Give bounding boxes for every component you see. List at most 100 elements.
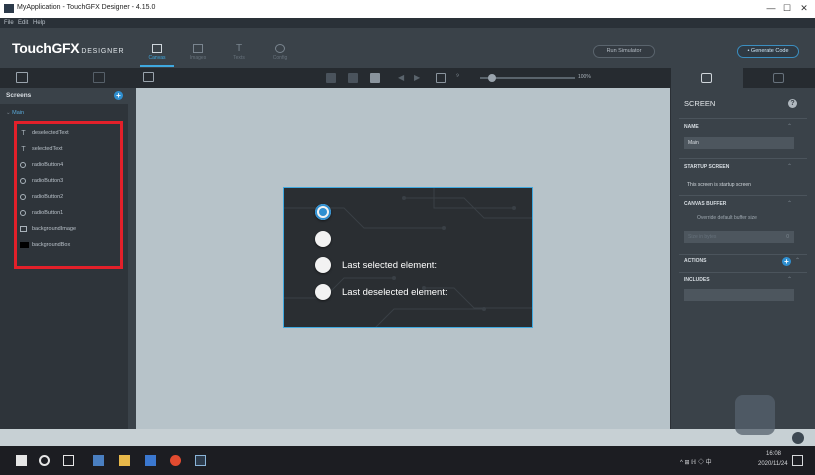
screen-properties-title: SCREEN	[684, 99, 716, 108]
clock-date[interactable]: 2020/11/24	[758, 461, 788, 467]
minimize-button[interactable]: —	[764, 3, 778, 15]
zoom-reset-icon[interactable]: ⁹	[456, 73, 466, 83]
chevron-up-icon[interactable]: ⌃	[795, 257, 800, 264]
tab-texts-label: Texts	[233, 55, 245, 61]
includes-section-header: INCLUDES	[684, 277, 710, 283]
touchgfx-taskbar-icon[interactable]	[195, 455, 206, 466]
search-icon[interactable]	[39, 455, 50, 466]
logo-sub: DESIGNER	[81, 48, 125, 55]
divider	[679, 254, 807, 255]
tab-properties[interactable]	[671, 68, 743, 88]
screens-header: Screens +	[0, 88, 128, 104]
generate-code-button[interactable]: • Generate Code	[737, 45, 799, 58]
radio-button-1[interactable]	[315, 204, 331, 220]
screen-item-main[interactable]: ⌄ Main	[6, 110, 24, 116]
properties-panel: SCREEN ? NAME ⌃ Main STARTUP SCREEN ⌃ Th…	[671, 68, 815, 429]
canvas-icon	[152, 44, 162, 53]
radio-button-3[interactable]	[315, 257, 331, 273]
menu-help[interactable]: Help	[33, 20, 45, 26]
includes-field[interactable]	[684, 289, 794, 301]
menu-file[interactable]: File	[4, 20, 14, 26]
redo-icon[interactable]: ▶	[414, 73, 424, 83]
deselected-text: Last deselected element:	[342, 287, 448, 298]
screens-view-icon[interactable]	[16, 72, 28, 83]
task-view-icon[interactable]	[63, 455, 74, 466]
code-view-icon[interactable]	[93, 72, 105, 83]
tab-interactions[interactable]	[743, 68, 815, 88]
scroll-handle[interactable]	[792, 432, 804, 444]
chevron-up-icon[interactable]: ⌃	[787, 200, 792, 207]
selected-text: Last selected element:	[342, 260, 438, 271]
canvas-buffer-section-header: CANVAS BUFFER	[684, 201, 727, 207]
align-right-icon[interactable]	[370, 73, 380, 83]
screen-name: Main	[12, 110, 25, 116]
align-center-icon[interactable]	[348, 73, 358, 83]
logo-main: TouchGFX	[12, 40, 80, 56]
radio-button-4[interactable]	[315, 284, 331, 300]
tab-config-label: Config	[272, 55, 288, 61]
app-taskbar-icon[interactable]	[93, 455, 104, 466]
run-simulator-button[interactable]: Run Simulator	[593, 45, 655, 58]
panel-splitter[interactable]	[128, 88, 136, 429]
chevron-up-icon[interactable]: ⌃	[787, 123, 792, 130]
chat-bubble-icon[interactable]	[735, 395, 775, 435]
tab-images[interactable]: Images	[181, 40, 215, 66]
tab-canvas-label: Canvas	[148, 55, 166, 61]
windows-start-icon[interactable]	[16, 455, 27, 466]
undo-icon[interactable]: ◀	[398, 73, 408, 83]
tab-canvas[interactable]: Canvas	[140, 40, 174, 67]
align-left-icon[interactable]	[326, 73, 336, 83]
fit-screen-icon[interactable]	[436, 73, 446, 83]
notification-icon[interactable]	[792, 455, 803, 466]
divider	[679, 272, 807, 273]
mail-icon[interactable]	[145, 455, 156, 466]
windows-taskbar: ^ ⊞ ℍ ◇ 中 16:08 2020/11/24	[0, 446, 815, 475]
add-screen-button[interactable]: +	[114, 91, 123, 100]
file-explorer-icon[interactable]	[119, 455, 130, 466]
zoom-level: 100%	[578, 74, 591, 80]
chevron-up-icon[interactable]: ⌃	[787, 163, 792, 170]
tab-texts[interactable]: T Texts	[222, 40, 256, 66]
texts-icon: T	[235, 43, 243, 54]
app-icon	[4, 4, 14, 13]
tab-config[interactable]: Config	[263, 40, 297, 66]
help-icon[interactable]: ?	[788, 99, 797, 108]
zoom-slider-handle[interactable]	[488, 74, 496, 82]
app-root: MyApplication - TouchGFX Designer - 4.15…	[0, 0, 815, 475]
buffer-size-field[interactable]: Size in bytes 0	[684, 231, 794, 243]
maximize-button[interactable]: ☐	[780, 3, 794, 15]
properties-tabs	[671, 68, 815, 88]
buffer-size-placeholder: Size in bytes	[688, 234, 717, 240]
chevron-up-icon[interactable]: ⌃	[787, 276, 792, 283]
startup-status-text: This screen is startup screen	[687, 182, 751, 188]
screens-title: Screens	[6, 92, 32, 99]
chrome-icon[interactable]	[170, 455, 181, 466]
divider	[679, 195, 807, 196]
interactions-icon	[773, 73, 784, 83]
window-titlebar: MyApplication - TouchGFX Designer - 4.15…	[0, 0, 815, 18]
add-action-button[interactable]: +	[782, 257, 791, 266]
properties-icon	[701, 73, 712, 83]
name-section-header: NAME	[684, 124, 699, 130]
horizontal-scrollbar[interactable]	[0, 395, 815, 446]
screen-preview[interactable]: Last selected element: Last deselected e…	[283, 187, 533, 328]
buffer-size-value: 0	[786, 234, 789, 240]
menu-edit[interactable]: Edit	[18, 20, 28, 26]
menu-bar: File Edit Help	[0, 18, 815, 28]
system-tray[interactable]: ^ ⊞ ℍ ◇ 中	[680, 457, 712, 466]
override-buffer-checkbox[interactable]: Override default buffer size	[697, 215, 757, 221]
screen-name-field[interactable]: Main	[684, 137, 794, 149]
config-icon	[275, 44, 285, 53]
tab-images-label: Images	[189, 55, 207, 61]
close-button[interactable]: ✕	[797, 3, 811, 15]
window-title: MyApplication - TouchGFX Designer - 4.15…	[17, 4, 156, 11]
startup-section-header: STARTUP SCREEN	[684, 164, 730, 170]
actions-section-header: ACTIONS	[684, 258, 707, 264]
divider	[679, 118, 807, 119]
divider	[679, 158, 807, 159]
clock-time[interactable]: 16:08	[766, 451, 781, 457]
radio-button-2[interactable]	[315, 231, 331, 247]
add-widget-icon[interactable]	[143, 72, 154, 82]
images-icon	[193, 44, 203, 53]
main-toolbar: TouchGFX DESIGNER	[0, 28, 815, 68]
